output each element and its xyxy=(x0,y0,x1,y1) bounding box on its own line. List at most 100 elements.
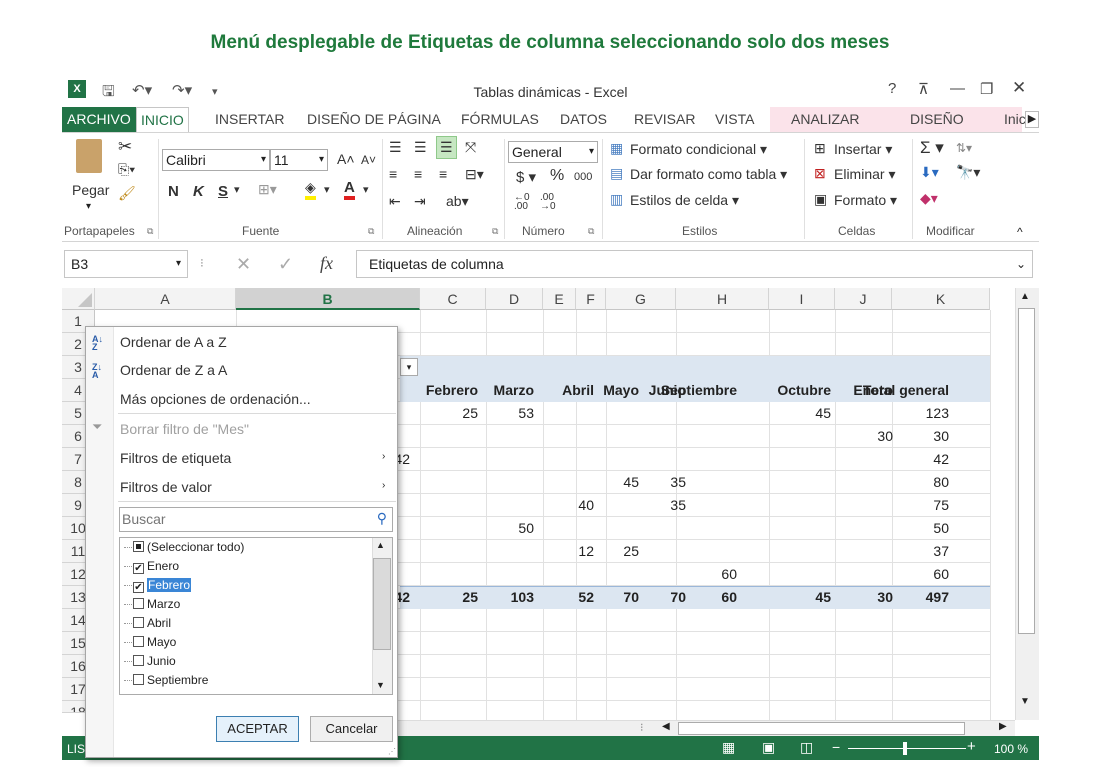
font-size-combo[interactable]: 11 ▾ xyxy=(270,149,328,171)
zoom-level[interactable]: 100 % xyxy=(994,742,1028,756)
fill-icon[interactable]: ⬇▾ xyxy=(920,164,939,181)
tab-revisar[interactable]: REVISAR xyxy=(630,107,699,132)
zoom-in-icon[interactable]: + xyxy=(967,738,976,755)
pivot-total-cell[interactable]: 25 xyxy=(418,586,478,609)
tab-inicio[interactable]: INICIO xyxy=(136,107,189,132)
column-header-c[interactable]: C xyxy=(420,288,486,310)
checkbox[interactable] xyxy=(133,617,144,628)
insert-cells-icon[interactable]: ⊞ xyxy=(814,140,826,157)
cancel-button[interactable]: Cancelar xyxy=(310,716,393,742)
help-icon[interactable]: ? xyxy=(888,80,896,97)
column-header-k[interactable]: K xyxy=(892,288,990,310)
increase-decimal-icon[interactable]: ←0.00 xyxy=(514,193,530,212)
clear-icon[interactable]: ◆▾ xyxy=(920,190,938,207)
checkbox[interactable]: ✔ xyxy=(133,563,144,574)
fill-color-icon[interactable]: ◈ xyxy=(305,179,316,200)
pivot-value-cell[interactable]: 50 xyxy=(474,517,534,540)
checkbox[interactable] xyxy=(133,674,144,685)
pivot-total-cell[interactable]: 60 xyxy=(677,586,737,609)
paste-button[interactable]: Pegar xyxy=(72,182,109,198)
zoom-slider-track[interactable] xyxy=(848,748,966,749)
pivot-value-cell[interactable]: 80 xyxy=(889,471,949,494)
pivot-column-header[interactable]: Total general xyxy=(839,379,949,402)
align-middle-icon[interactable]: ☰ xyxy=(414,139,427,156)
shrink-font-icon[interactable]: A˅ xyxy=(361,153,376,167)
checkbox[interactable] xyxy=(133,541,144,552)
pivot-value-cell[interactable]: 123 xyxy=(889,402,949,425)
checkbox[interactable] xyxy=(133,598,144,609)
thousands-button[interactable]: 000 xyxy=(574,171,592,183)
align-bottom-icon[interactable]: ☰ xyxy=(436,136,457,159)
pivot-value-cell[interactable]: 30 xyxy=(889,425,949,448)
ok-button[interactable]: ACEPTAR xyxy=(216,716,299,742)
dialog-launcher-icon[interactable]: ⧉ xyxy=(588,226,594,237)
format-as-table-button[interactable]: Dar formato como tabla ▾ xyxy=(630,166,787,183)
pivot-value-cell[interactable]: 35 xyxy=(626,471,686,494)
orientation-icon[interactable]: ⤧ xyxy=(465,139,476,156)
format-table-icon[interactable]: ▤ xyxy=(610,165,623,182)
decrease-indent-icon[interactable]: ⇤ xyxy=(389,193,401,210)
underline-button[interactable]: S xyxy=(218,183,228,200)
font-name-combo[interactable]: Calibri ▾ xyxy=(162,149,270,171)
confirm-entry-icon[interactable]: ✓ xyxy=(278,254,293,275)
pivot-value-cell[interactable]: 25 xyxy=(418,402,478,425)
cut-icon[interactable]: ✂ xyxy=(118,137,132,157)
filter-item-enero[interactable]: ✔ Enero xyxy=(124,559,179,578)
search-input[interactable] xyxy=(120,508,360,530)
text-direction-icon[interactable]: ab▾ xyxy=(446,193,469,210)
pivot-value-cell[interactable]: 40 xyxy=(534,494,594,517)
column-header-h[interactable]: H xyxy=(676,288,769,310)
column-header-g[interactable]: G xyxy=(606,288,676,310)
ribbon-display-icon[interactable]: ⊼ xyxy=(918,80,929,98)
column-header-d[interactable]: D xyxy=(486,288,543,310)
dialog-launcher-icon[interactable]: ⧉ xyxy=(147,226,153,237)
expand-formula-icon[interactable]: ⌄ xyxy=(1016,251,1026,277)
pivot-value-cell[interactable]: 37 xyxy=(889,540,949,563)
pivot-total-cell[interactable]: 497 xyxy=(889,586,949,609)
value-filters-item[interactable]: Filtros de valor xyxy=(120,479,212,495)
paste-icon[interactable] xyxy=(76,139,102,173)
merge-center-icon[interactable]: ⊟▾ xyxy=(465,166,484,183)
more-sort-options-item[interactable]: Más opciones de ordenación... xyxy=(120,391,311,407)
tab-vista[interactable]: VISTA xyxy=(711,107,758,132)
scroll-up-icon[interactable]: ▲ xyxy=(1020,291,1030,302)
list-scroll-down-icon[interactable]: ▼ xyxy=(376,680,385,690)
fill-dropdown-icon[interactable]: ▾ xyxy=(324,183,330,196)
tab-diseno-pagina[interactable]: DISEÑO DE PÁGINA xyxy=(303,107,445,132)
column-header-f[interactable]: F xyxy=(576,288,606,310)
format-button[interactable]: Formato ▾ xyxy=(834,192,897,209)
font-color-icon[interactable]: A xyxy=(344,179,355,200)
increase-indent-icon[interactable]: ⇥ xyxy=(414,193,426,210)
insert-button[interactable]: Insertar ▾ xyxy=(834,141,892,158)
filter-item-mayo[interactable]: Mayo xyxy=(124,635,176,654)
horizontal-scroll-thumb[interactable] xyxy=(678,722,965,735)
align-right-icon[interactable]: ≡ xyxy=(439,166,447,182)
conditional-format-icon[interactable]: ▦ xyxy=(610,140,623,157)
tab-archivo[interactable]: ARCHIVO xyxy=(62,107,136,132)
filter-item-junio[interactable]: Junio xyxy=(124,654,176,673)
cell-styles-icon[interactable]: ▥ xyxy=(610,191,623,208)
tab-datos[interactable]: DATOS xyxy=(556,107,611,132)
collapse-ribbon-icon[interactable]: ^ xyxy=(1017,225,1023,239)
page-layout-icon[interactable]: ▣ xyxy=(762,739,775,756)
delete-cells-icon[interactable]: ⊠ xyxy=(814,165,826,182)
grow-font-icon[interactable]: A˄ xyxy=(337,151,355,167)
checkbox[interactable]: ✔ xyxy=(133,582,144,593)
search-box[interactable]: ⚲ xyxy=(119,507,393,532)
pivot-total-cell[interactable]: 103 xyxy=(474,586,534,609)
filter-item-abril[interactable]: Abril xyxy=(124,616,171,635)
tab-formulas[interactable]: FÓRMULAS xyxy=(457,107,543,132)
insert-function-icon[interactable]: fx xyxy=(320,253,333,274)
zoom-out-icon[interactable]: − xyxy=(832,739,840,755)
conditional-format-button[interactable]: Formato condicional ▾ xyxy=(630,141,767,158)
align-left-icon[interactable]: ≡ xyxy=(389,166,397,182)
column-header-i[interactable]: I xyxy=(769,288,835,310)
pivot-value-cell[interactable]: 45 xyxy=(771,402,831,425)
pivot-value-cell[interactable]: 42 xyxy=(889,448,949,471)
tab-inicio-extra[interactable]: Inic xyxy=(1000,107,1027,132)
dialog-launcher-icon[interactable]: ⧉ xyxy=(368,226,374,237)
checkbox[interactable] xyxy=(133,655,144,666)
pivot-value-cell[interactable]: 25 xyxy=(579,540,639,563)
currency-icon[interactable]: $ ▾ xyxy=(516,168,536,186)
checkbox[interactable] xyxy=(133,636,144,647)
